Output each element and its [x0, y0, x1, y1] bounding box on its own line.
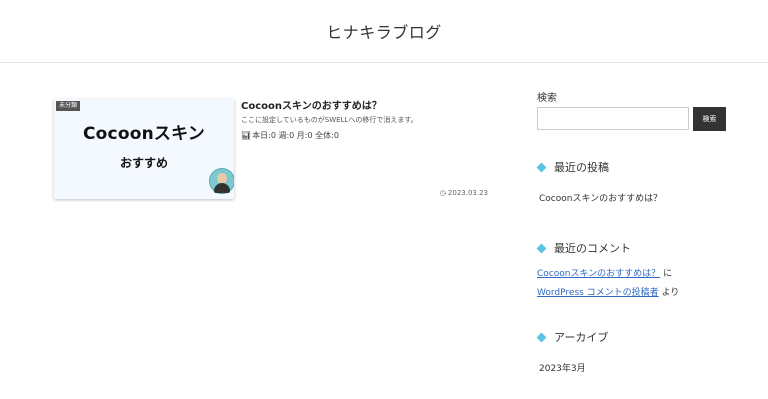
- comment-connector: に: [663, 269, 673, 279]
- clock-icon: ◷: [439, 189, 446, 197]
- entry-date: ◷ 2023.03.23: [440, 189, 488, 197]
- recent-comments-heading: 最近のコメント: [536, 240, 631, 256]
- search-button[interactable]: 検索: [693, 107, 726, 131]
- recent-comments-heading-text: 最近のコメント: [554, 242, 631, 255]
- stats-text: 本日:0 週:0 月:0 全体:0: [252, 131, 339, 140]
- entry-thumbnail[interactable]: 未分類 Cocoonスキン おすすめ: [54, 99, 234, 199]
- comment-author-line: WordPress コメントの投稿者 より: [537, 285, 679, 298]
- search-label: 検索: [537, 93, 557, 104]
- comment-post-line: Cocoonスキンのおすすめは？ に: [537, 266, 672, 279]
- comment-author-link[interactable]: WordPress コメントの投稿者: [537, 288, 659, 298]
- comment-post-link[interactable]: Cocoonスキンのおすすめは？: [537, 269, 660, 279]
- category-label: 未分類: [56, 101, 81, 111]
- site-header: ヒナキラブログ: [0, 0, 768, 63]
- thumbnail-subtitle: おすすめ: [119, 156, 168, 170]
- entry-title[interactable]: Cocoonスキンのおすすめは？: [241, 97, 382, 112]
- site-title[interactable]: ヒナキラブログ: [0, 19, 768, 43]
- archive-link[interactable]: 2023年3月: [539, 361, 586, 374]
- recent-post-link[interactable]: Cocoonスキンのおすすめは？: [539, 191, 662, 204]
- comment-connector: より: [661, 288, 680, 298]
- avatar-body: [214, 183, 230, 193]
- archive-heading-text: アーカイブ: [554, 331, 609, 344]
- archive-heading: アーカイブ: [536, 329, 609, 345]
- recent-posts-heading: 最近の投稿: [536, 159, 609, 175]
- entry-card[interactable]: 未分類 Cocoonスキン おすすめ Cocoonスキンのおすすめは？ ここに設…: [54, 97, 488, 200]
- diamond-icon: [536, 162, 547, 172]
- avatar-icon: [209, 168, 234, 194]
- diamond-icon: [536, 243, 547, 253]
- bar-chart-icon: 📊︎: [241, 131, 252, 140]
- thumbnail-title: Cocoonスキン: [83, 124, 205, 144]
- date-text: 2023.03.23: [447, 189, 488, 197]
- search-input[interactable]: [537, 107, 689, 130]
- entry-snippet: ここに設定しているものがSWELLへの移行で消えます。: [241, 116, 418, 124]
- recent-posts-heading-text: 最近の投稿: [554, 161, 609, 174]
- entry-stats: 📊︎本日:0 週:0 月:0 全体:0: [241, 130, 339, 141]
- diamond-icon: [536, 332, 547, 342]
